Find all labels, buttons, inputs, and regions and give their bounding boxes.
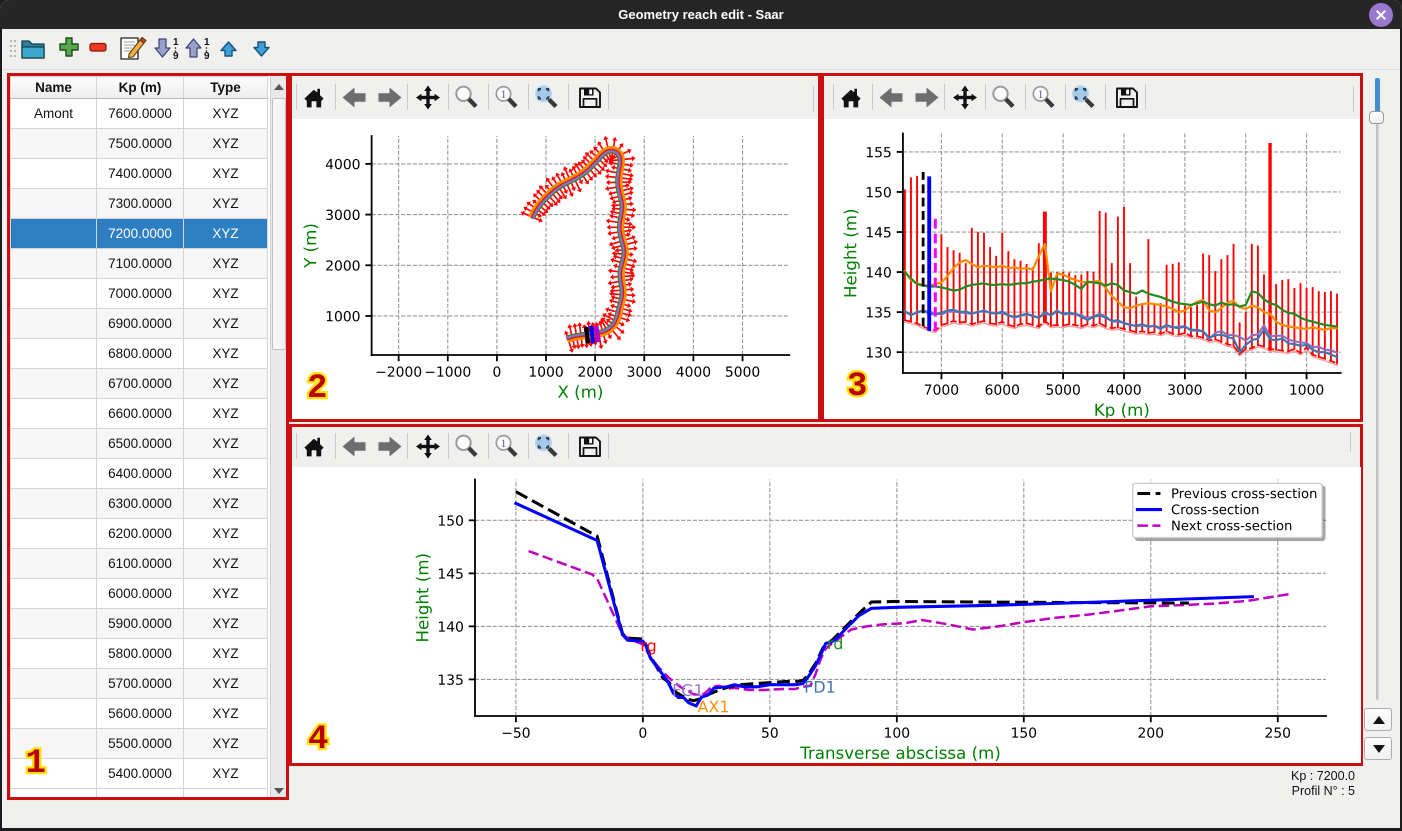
svg-text:1: 1 (501, 436, 507, 450)
svg-text:1: 1 (173, 37, 179, 48)
svg-text:1: 1 (501, 87, 507, 101)
svg-text:1: 1 (1038, 87, 1044, 101)
svg-text:9: 9 (173, 51, 179, 62)
svg-text:9: 9 (204, 51, 210, 62)
svg-text:1: 1 (204, 37, 210, 48)
